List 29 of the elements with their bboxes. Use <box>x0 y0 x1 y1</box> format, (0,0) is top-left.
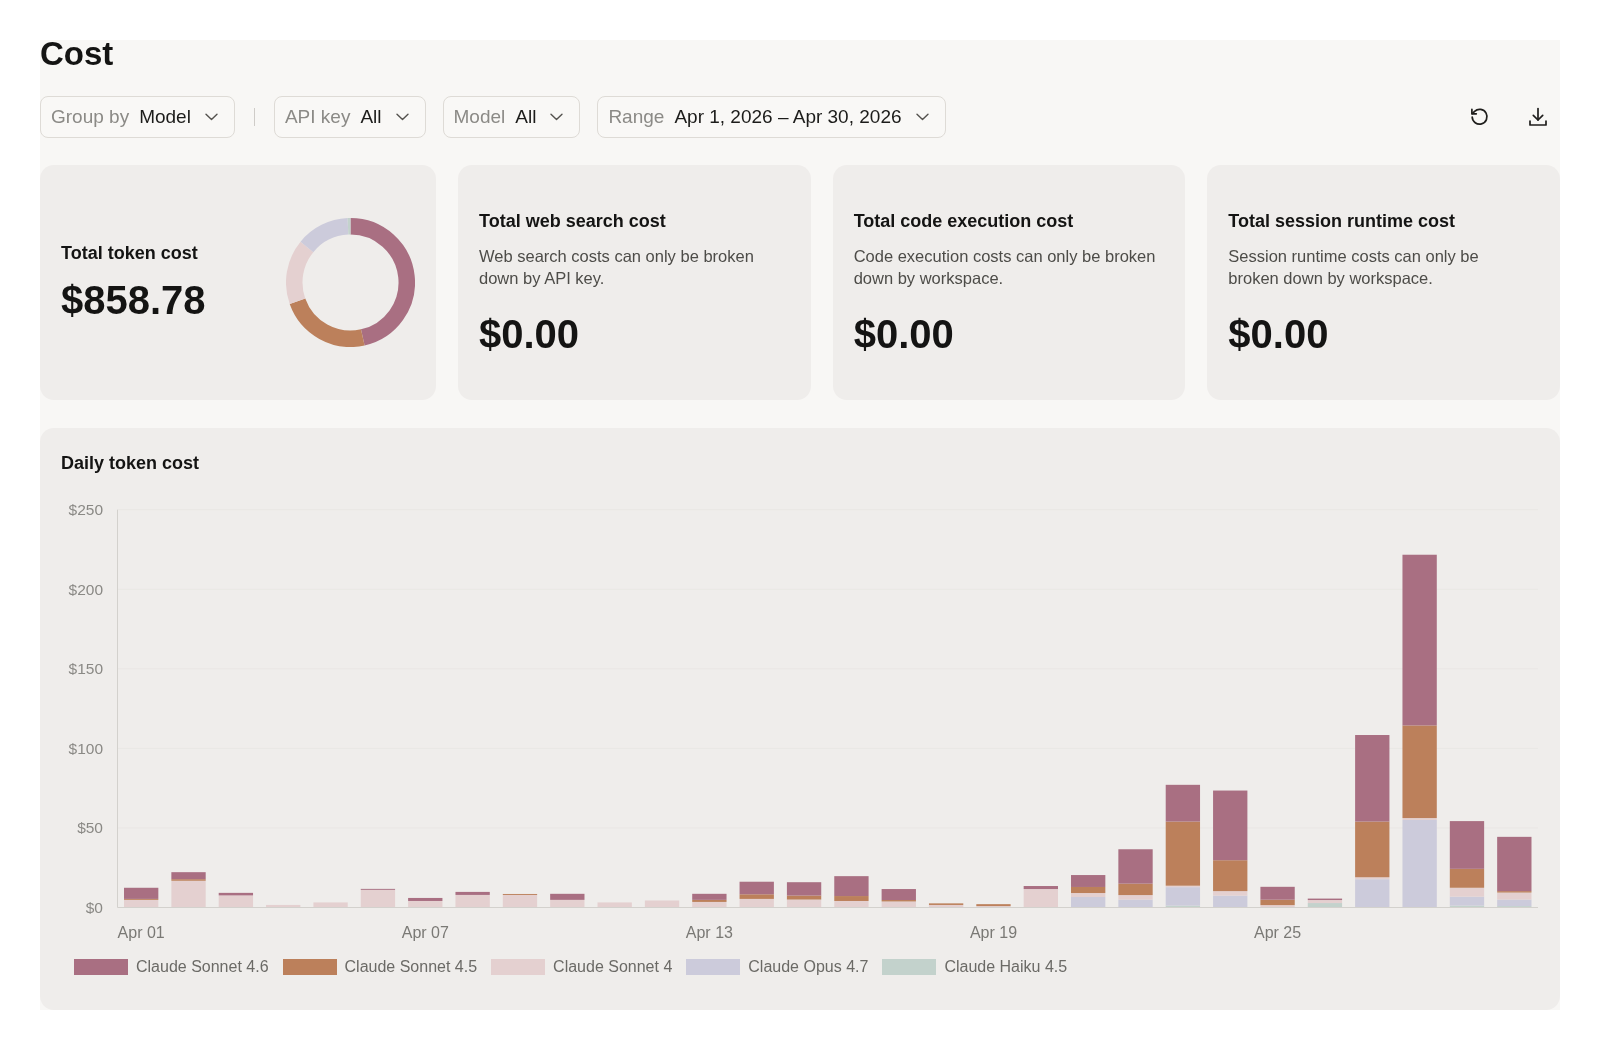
card-title: Total session runtime cost <box>1228 210 1456 232</box>
axis-label: $100 <box>68 739 103 757</box>
axis-label: Apr 13 <box>685 923 733 941</box>
axis-label: Apr 01 <box>117 923 165 941</box>
card-title: Total web search cost <box>479 210 666 232</box>
card-description: Web search costs can only be broken down by API key. <box>479 246 755 289</box>
card-value: $0.00 <box>853 311 954 358</box>
card-description: Code execution costs can only be broken down by workspace. <box>853 246 1157 289</box>
axis-label: $200 <box>68 580 103 598</box>
axis-label: Apr 25 <box>1254 923 1302 941</box>
axis-label: $150 <box>68 660 103 678</box>
legend-label: Claude Sonnet 4 <box>553 957 673 977</box>
chart-title: Daily token cost <box>61 452 200 474</box>
axis-label: $0 <box>85 899 103 916</box>
legend-label: Claude Haiku 4.5 <box>944 957 1068 977</box>
axis-label: Apr 19 <box>969 923 1018 941</box>
legend-label: Claude Sonnet 4.6 <box>136 957 269 977</box>
axis-label: $50 <box>77 819 103 837</box>
card-value: $0.00 <box>1228 311 1329 358</box>
card-description: Session runtime costs can only be broken down by workspace. <box>1228 246 1480 289</box>
page-title: Cost <box>40 40 114 68</box>
card-title: Total token cost <box>61 241 198 264</box>
card-title: Total code execution cost <box>853 210 1074 232</box>
axis-label: Apr 07 <box>401 923 449 941</box>
card-value: $0.00 <box>479 311 580 358</box>
legend-label: Claude Sonnet 4.5 <box>344 957 478 977</box>
legend-label: Claude Opus 4.7 <box>748 957 869 977</box>
card-value: $858.78 <box>61 276 206 324</box>
axis-label: $250 <box>68 501 103 519</box>
